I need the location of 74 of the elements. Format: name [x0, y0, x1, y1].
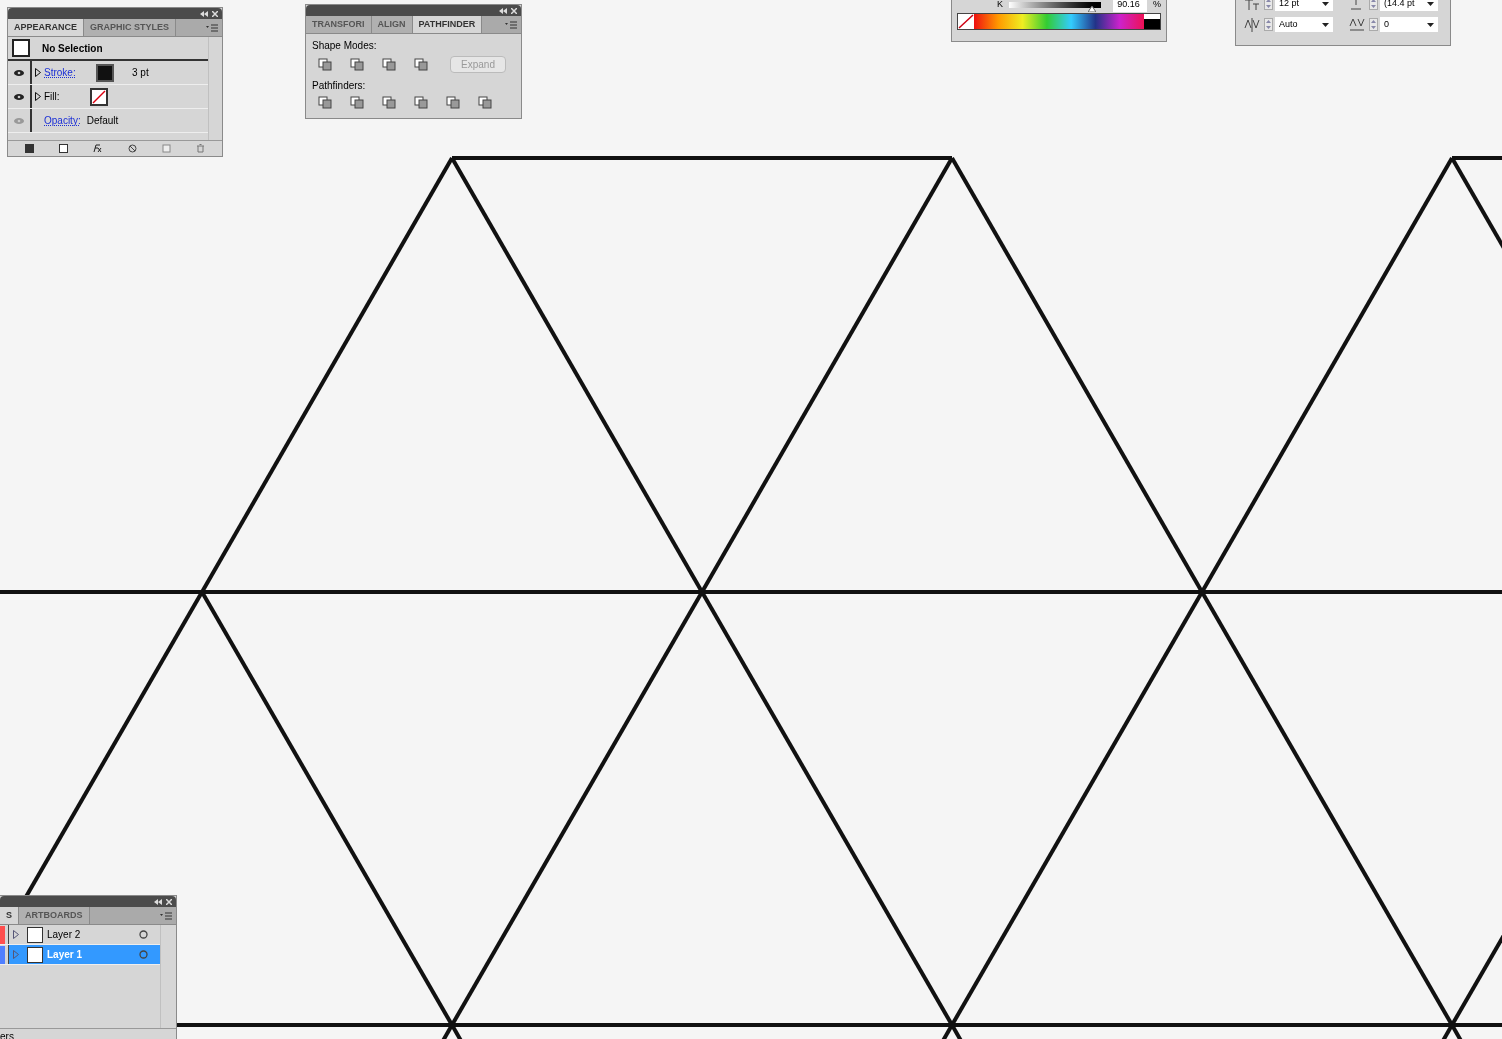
eye-icon[interactable] [14, 93, 24, 100]
collapse-icon[interactable] [200, 10, 208, 17]
expand-triangle-icon[interactable] [35, 68, 41, 77]
none-swatch-icon[interactable] [958, 14, 974, 29]
color-spectrum-bar[interactable] [957, 13, 1161, 30]
leading-field[interactable]: (14.4 pt [1380, 0, 1438, 11]
pathfinder-icon[interactable] [414, 96, 428, 109]
square-icon[interactable] [59, 144, 68, 153]
caret-icon[interactable] [1322, 22, 1329, 27]
panel-tab[interactable]: PATHFINDER [412, 16, 483, 33]
eye-icon[interactable] [14, 69, 24, 76]
font-size-icon [1244, 0, 1260, 11]
close-icon[interactable] [511, 7, 517, 14]
target-circle-icon[interactable] [139, 950, 148, 959]
caret-icon[interactable] [1427, 1, 1434, 6]
panel-menu-icon[interactable] [505, 21, 517, 29]
layer-name: Layer 2 [47, 928, 82, 942]
attribute-link[interactable]: Stroke: [44, 65, 90, 80]
kerning-field[interactable]: Auto [1275, 17, 1333, 32]
target-circle-icon[interactable] [139, 930, 148, 939]
pathfinder-icon[interactable] [446, 96, 460, 109]
section-label: Pathfinders: [312, 79, 367, 93]
collapse-icon[interactable] [499, 7, 507, 14]
stepper-icon[interactable] [1369, 0, 1378, 10]
kerning-icon [1244, 17, 1260, 32]
layer-name: Layer 1 [47, 948, 84, 962]
tracking-icon [1349, 17, 1365, 32]
layer-row[interactable]: Layer 2 [9, 925, 160, 944]
selection-swatch [12, 39, 30, 57]
value-field[interactable]: 90.16 [1113, 0, 1147, 12]
collapse-icon[interactable] [154, 898, 162, 905]
channel-label: K [997, 0, 1003, 12]
clear-icon[interactable] [127, 144, 137, 153]
close-icon[interactable] [166, 898, 172, 905]
pathfinder-icon[interactable] [478, 96, 492, 109]
selection-label: No Selection [42, 41, 103, 56]
close-icon[interactable] [212, 10, 218, 17]
shape-mode-icon[interactable] [414, 58, 428, 71]
attribute-link[interactable]: Opacity: [44, 113, 81, 128]
fx-icon[interactable] [93, 144, 103, 153]
stepper-icon[interactable] [1369, 18, 1378, 31]
panel-menu-icon[interactable] [160, 912, 172, 920]
layer-thumbnail [27, 946, 43, 963]
extremes-swatch[interactable] [1144, 14, 1160, 29]
font-size-field[interactable]: 12 pt [1275, 0, 1333, 11]
panel-tab[interactable]: GRAPHIC STYLES [84, 19, 177, 36]
attribute-value: 3 pt [132, 66, 149, 80]
stepper-icon[interactable] [1264, 0, 1273, 10]
spectrum-gradient[interactable] [974, 14, 1144, 29]
panel-tab[interactable]: APPEARANCE [8, 19, 84, 36]
panel-tab[interactable]: S [0, 907, 19, 924]
attribute-value: Default [86, 114, 119, 128]
unit-label: % [1153, 0, 1161, 12]
tracking-field[interactable]: 0 [1380, 17, 1438, 32]
pathfinder-icon[interactable] [350, 96, 364, 109]
pathfinder-icon[interactable] [382, 96, 396, 109]
caret-icon[interactable] [1322, 1, 1329, 6]
stepper-icon[interactable] [1264, 18, 1273, 31]
shape-mode-icon[interactable] [382, 58, 396, 71]
section-label: Shape Modes: [312, 39, 378, 53]
no-fill-swatch-icon[interactable] [90, 87, 108, 106]
pathfinder-icon[interactable] [318, 96, 332, 109]
panel-tab[interactable]: ARTBOARDS [19, 907, 90, 924]
shape-mode-icon[interactable] [350, 58, 364, 71]
attribute-label: Fill: [44, 90, 61, 104]
panel-menu-icon[interactable] [206, 24, 218, 32]
slider-thumb[interactable] [1087, 6, 1096, 12]
layer-thumbnail [27, 926, 43, 943]
shape-mode-icon[interactable] [318, 58, 332, 71]
caret-icon[interactable] [1427, 22, 1434, 27]
panel-tab[interactable]: ALIGN [371, 16, 413, 33]
panel-tab[interactable]: TRANSFORI [306, 16, 372, 33]
expand-triangle-icon[interactable] [35, 92, 41, 101]
stroke-swatch[interactable] [96, 63, 114, 82]
